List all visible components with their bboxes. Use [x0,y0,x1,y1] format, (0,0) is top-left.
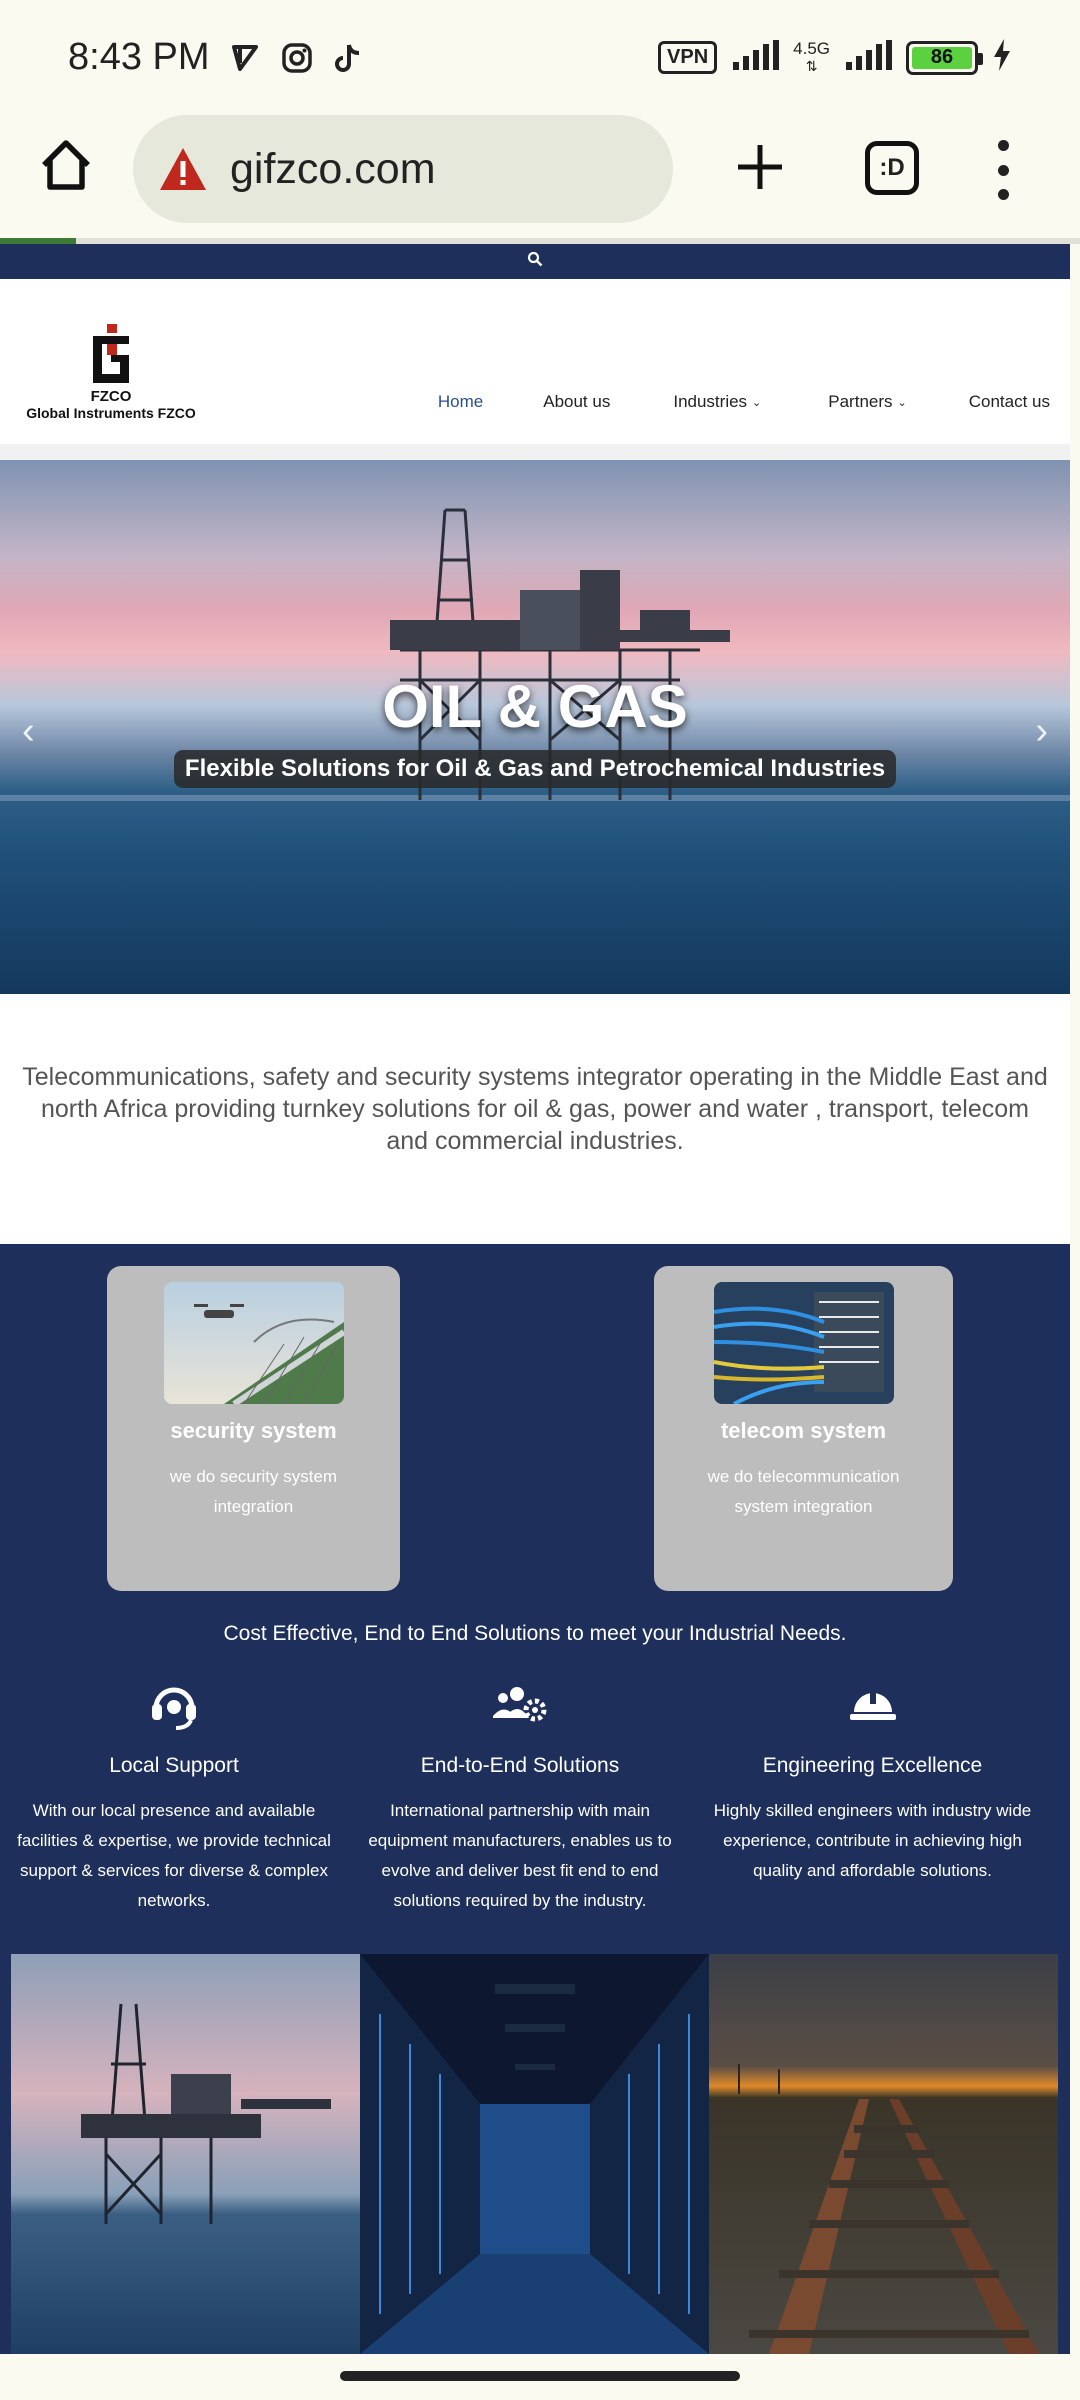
logo-mark-icon [89,324,133,386]
site-top-bar [0,244,1070,279]
feature-description: International partnership with main equi… [368,1801,672,1910]
hero-title: OIL & GAS [382,673,688,740]
status-bar: 8:43 PM VPN 4.5G ⇅ 86 [0,0,1080,115]
card-security-system[interactable]: security system we do security system in… [107,1266,400,1591]
plus-icon [738,145,782,189]
address-bar[interactable]: gifzco.com [133,115,673,223]
site-header: FZCO Global Instruments FZCO Home About … [0,279,1070,444]
nav-partners[interactable]: Partners ⌄ [828,392,906,412]
chevron-down-icon: ⌄ [752,396,762,409]
intro-text: Telecommunications, safety and security … [0,994,1070,1244]
card-description: we do security system integration [169,1467,338,1516]
hero-slider: OIL & GAS Flexible Solutions for Oil & G… [0,460,1070,994]
tiktok-icon [332,41,366,75]
header-divider [0,444,1070,460]
services-section: security system we do security system in… [0,1244,1070,2354]
web-page: FZCO Global Instruments FZCO Home About … [0,244,1070,2354]
logo-mark-text: FZCO [90,388,132,405]
feature-title: End-to-End Solutions [420,1754,620,1777]
battery-icon: 86 [906,40,983,75]
oil-rig-photo[interactable] [11,1954,360,2354]
users-gear-icon [355,1674,685,1734]
hard-hat-icon [710,1674,1035,1734]
network-cables-image [713,1282,894,1404]
nav-about-us[interactable]: About us [543,392,610,412]
charging-icon [992,39,1012,76]
site-logo[interactable]: FZCO Global Instruments FZCO [16,324,206,421]
section-tagline: Cost Effective, End to End Solutions to … [223,1622,847,1645]
url-text[interactable]: gifzco.com [230,145,436,194]
feature-title: Engineering Excellence [762,1754,983,1777]
feature-description: With our local presence and available fa… [17,1801,331,1910]
hero-subtitle: Flexible Solutions for Oil & Gas and Pet… [174,750,896,788]
chevron-down-icon: ⌄ [897,396,907,409]
logo-company-name: Global Instruments FZCO [26,405,196,421]
home-icon [42,140,90,190]
location-arrow-icon [228,41,262,75]
warning-icon[interactable] [158,146,208,192]
tab-switcher-button[interactable]: :D [865,141,919,195]
feature-end-to-end: End-to-End Solutions International partn… [355,1674,685,1916]
signal-icon [731,40,780,75]
browser-toolbar: gifzco.com :D [0,115,1080,240]
battery-level: 86 [930,46,954,68]
server-room-photo[interactable] [360,1954,709,2354]
feature-description: Highly skilled engineers with industry w… [713,1801,1032,1880]
slider-next-icon[interactable]: › [1035,710,1048,753]
vpn-badge: VPN [658,41,718,74]
nav-contact-us[interactable]: Contact us [969,392,1050,412]
main-nav: Home About us Industries ⌄ Partners ⌄ Cont… [438,392,1050,412]
clock: 8:43 PM [68,36,210,78]
feature-engineering-excellence: Engineering Excellence Highly skilled en… [710,1674,1035,1886]
gesture-bar[interactable] [340,2371,740,2381]
network-type: 4.5G ⇅ [793,39,830,74]
nav-home[interactable]: Home [438,392,483,412]
search-icon[interactable] [527,251,543,272]
drone-fence-image [163,1282,344,1404]
new-tab-button[interactable] [735,137,785,197]
signal-icon-2 [844,40,892,75]
nav-industries[interactable]: Industries ⌄ [673,392,761,412]
slider-prev-icon[interactable]: ‹ [22,710,35,753]
card-telecom-system[interactable]: telecom system we do telecommunication s… [654,1266,953,1591]
card-title: security system [170,1418,337,1443]
feature-title: Local Support [109,1754,239,1777]
card-title: telecom system [720,1418,887,1443]
industry-photo-strip [11,1954,1059,2354]
overflow-menu-button[interactable] [988,140,1018,200]
feature-local-support: Local Support With our local presence an… [14,1674,334,1916]
card-description: we do telecommunication system integrati… [707,1467,900,1516]
instagram-icon [280,41,314,75]
tabs-label: :D [879,154,905,181]
home-button[interactable] [38,137,94,193]
headset-icon [14,1674,334,1734]
railway-photo[interactable] [709,1954,1058,2354]
